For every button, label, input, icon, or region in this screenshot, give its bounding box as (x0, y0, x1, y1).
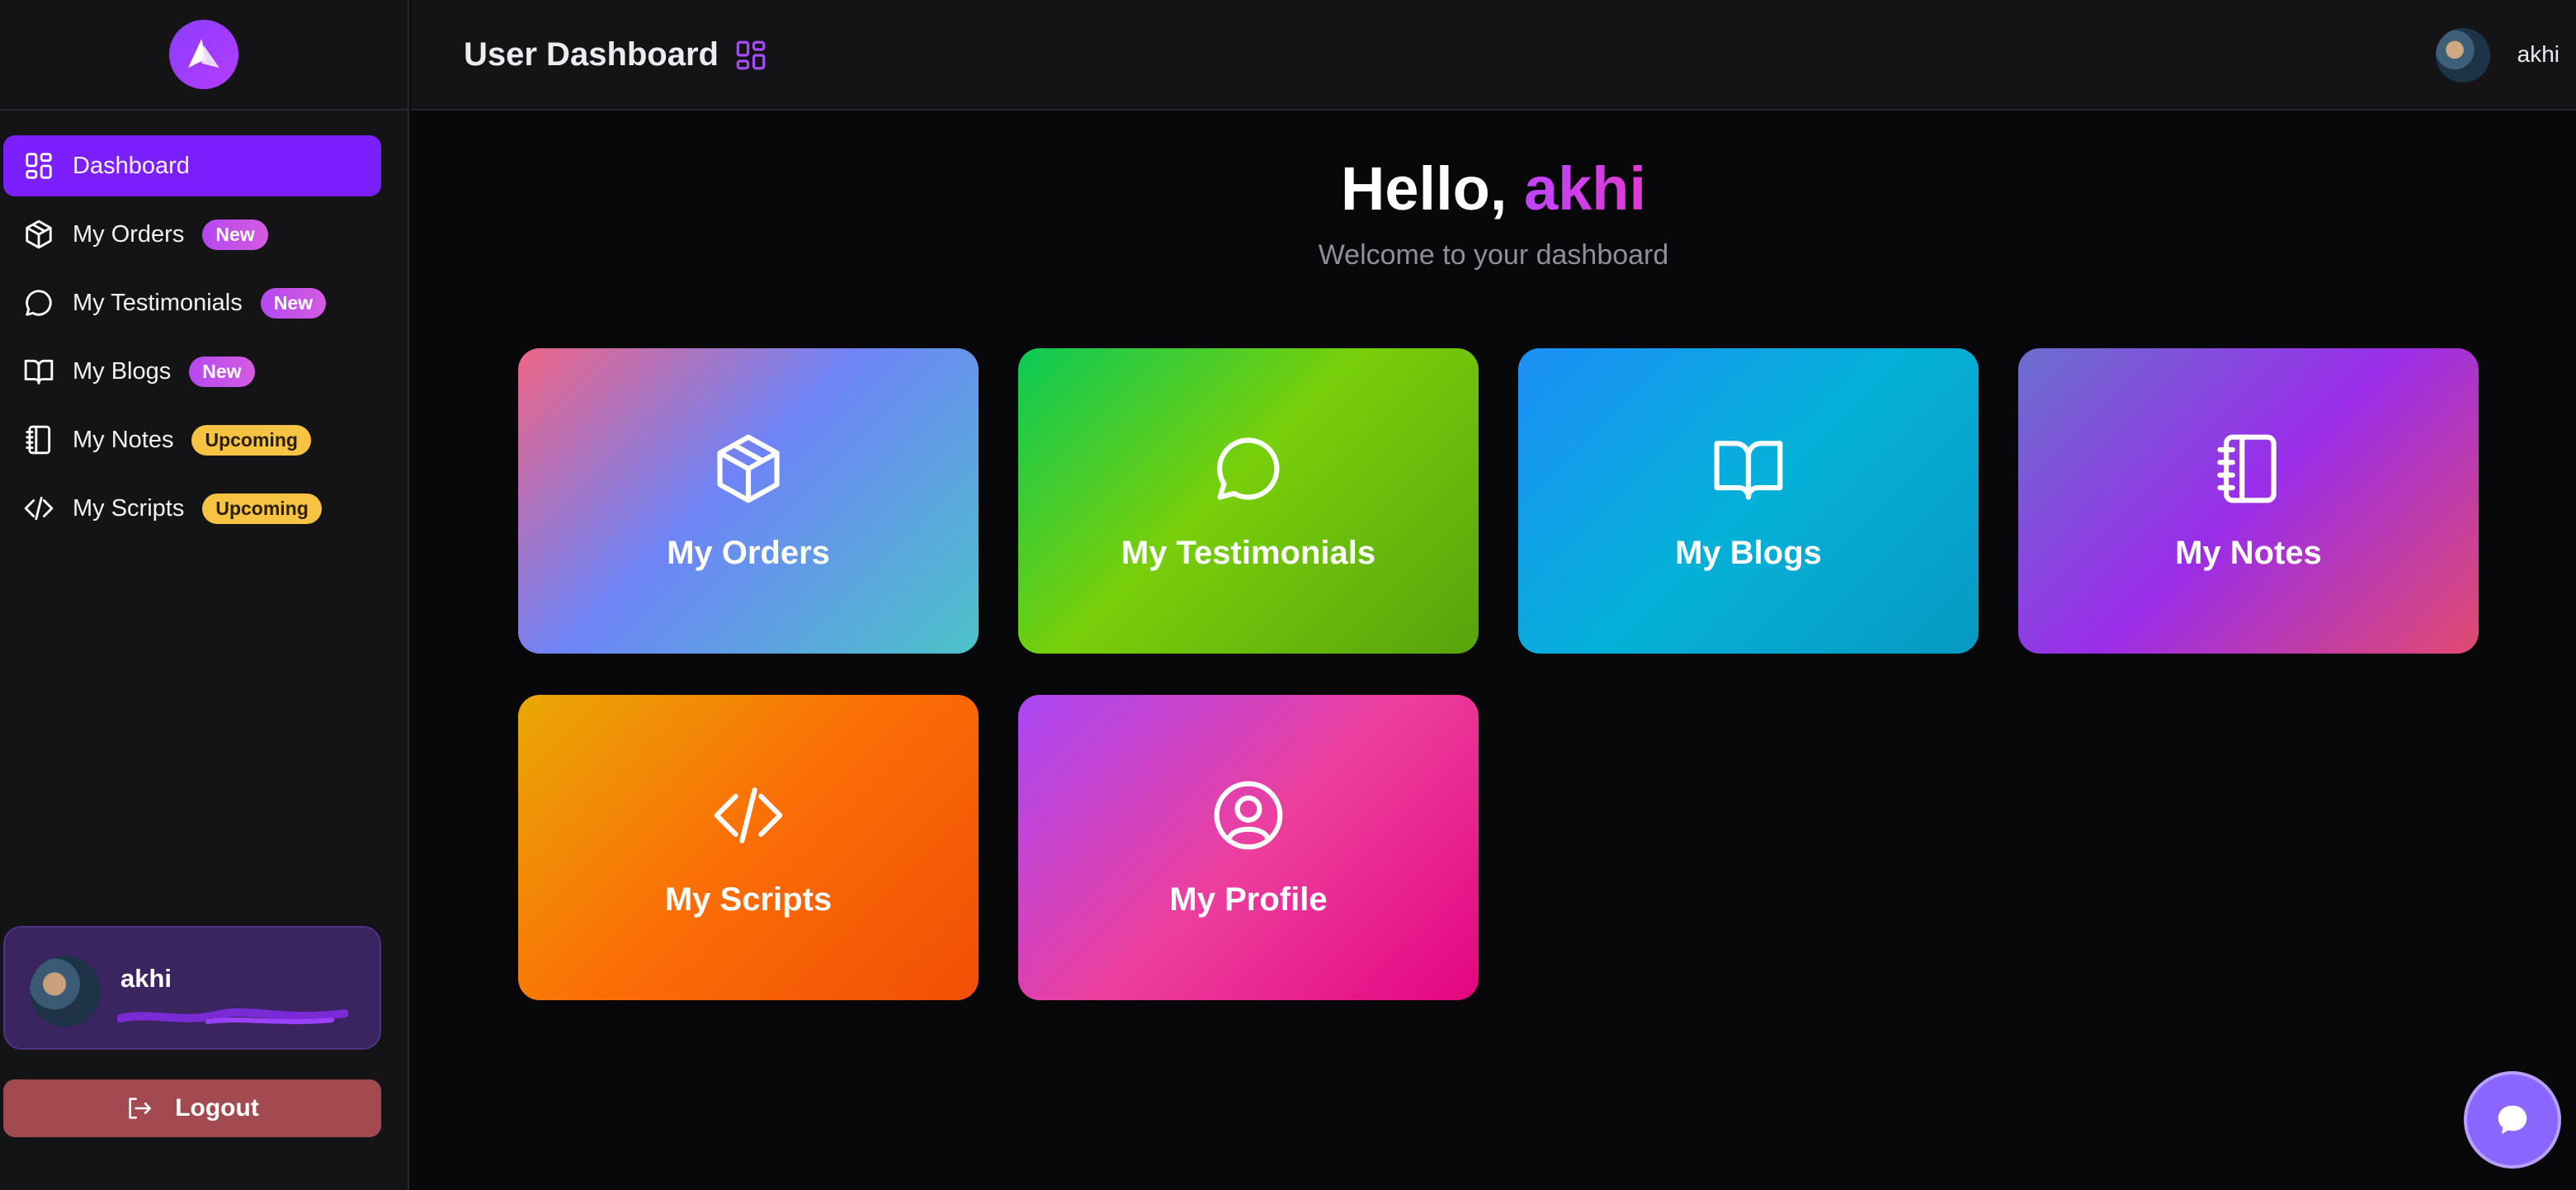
page-title-text: User Dashboard (464, 36, 719, 73)
card-my-scripts[interactable]: My Scripts (518, 695, 979, 1000)
sidebar-nav: Dashboard My Orders New My Testimonials … (0, 135, 408, 539)
logout-label: Logout (175, 1094, 259, 1122)
card-my-profile[interactable]: My Profile (1018, 695, 1479, 1000)
dashboard-grid-icon (26, 153, 52, 179)
sidebar-item-notes[interactable]: My Notes Upcoming (3, 409, 381, 470)
sidebar-item-label: My Orders (73, 220, 185, 248)
avatar (30, 956, 101, 1027)
user-circle-icon (1214, 781, 1283, 849)
new-badge: New (260, 287, 327, 319)
chat-bubble-icon (26, 290, 52, 316)
card-my-orders[interactable]: My Orders (518, 348, 979, 654)
greeting-text: Hello, (1340, 154, 1507, 223)
logo-area (0, 0, 408, 111)
open-book-icon (1714, 440, 1783, 500)
user-card[interactable]: akhi (3, 926, 381, 1050)
box-icon (717, 434, 780, 503)
chat-widget-button[interactable] (2464, 1071, 2561, 1169)
card-label: My Blogs (1675, 534, 1822, 571)
upcoming-badge: Upcoming (191, 424, 311, 456)
welcome-subtitle: Welcome to your dashboard (1318, 239, 1669, 271)
code-icon (714, 786, 783, 843)
sidebar-item-label: My Scripts (73, 494, 185, 522)
box-icon (26, 220, 52, 249)
card-my-blogs[interactable]: My Blogs (1518, 348, 1979, 654)
notebook-icon (2217, 434, 2276, 503)
sidebar-item-label: My Testimonials (73, 289, 243, 316)
greeting-name: akhi (1523, 154, 1647, 223)
logo-triangle-icon (188, 39, 219, 68)
card-label: My Scripts (664, 881, 833, 918)
user-card-name: akhi (120, 964, 172, 993)
open-book-icon (24, 359, 54, 385)
topbar-username[interactable]: akhi (2517, 41, 2559, 68)
sidebar-item-label: Dashboard (73, 152, 190, 179)
sidebar-item-scripts[interactable]: My Scripts Upcoming (3, 478, 381, 539)
sidebar-item-label: My Notes (73, 426, 174, 453)
sidebar: Dashboard My Orders New My Testimonials … (0, 0, 409, 1190)
new-badge: New (189, 356, 255, 387)
page-title: User Dashboard (464, 36, 768, 73)
card-label: My Orders (667, 534, 830, 571)
new-badge: New (202, 219, 268, 250)
card-label: My Notes (2175, 534, 2322, 571)
chat-bubble-icon (1217, 437, 1280, 500)
top-bar: User Dashboard akhi (411, 0, 2576, 111)
sidebar-item-testimonials[interactable]: My Testimonials New (3, 272, 381, 333)
greeting-heading: Hello, akhi (411, 153, 2576, 224)
sidebar-item-dashboard[interactable]: Dashboard (3, 135, 381, 196)
card-my-notes[interactable]: My Notes (2018, 348, 2479, 654)
logout-button[interactable]: Logout (3, 1079, 381, 1137)
avatar[interactable] (2436, 28, 2490, 83)
card-label: My Profile (1169, 881, 1328, 918)
logout-icon (129, 1098, 152, 1119)
chat-bubble-icon (2498, 1105, 2527, 1135)
card-label: My Testimonials (1121, 534, 1376, 571)
card-my-testimonials[interactable]: My Testimonials (1018, 348, 1479, 654)
redacted-email-scribble (117, 1008, 348, 1024)
sidebar-item-orders[interactable]: My Orders New (3, 204, 381, 265)
upcoming-badge: Upcoming (202, 493, 322, 524)
brand-logo[interactable] (169, 20, 238, 89)
dashboard-grid-icon (736, 40, 766, 69)
sidebar-item-blogs[interactable]: My Blogs New (3, 341, 381, 402)
sidebar-item-label: My Blogs (73, 357, 172, 385)
code-icon (24, 496, 54, 521)
notebook-icon (26, 425, 51, 455)
